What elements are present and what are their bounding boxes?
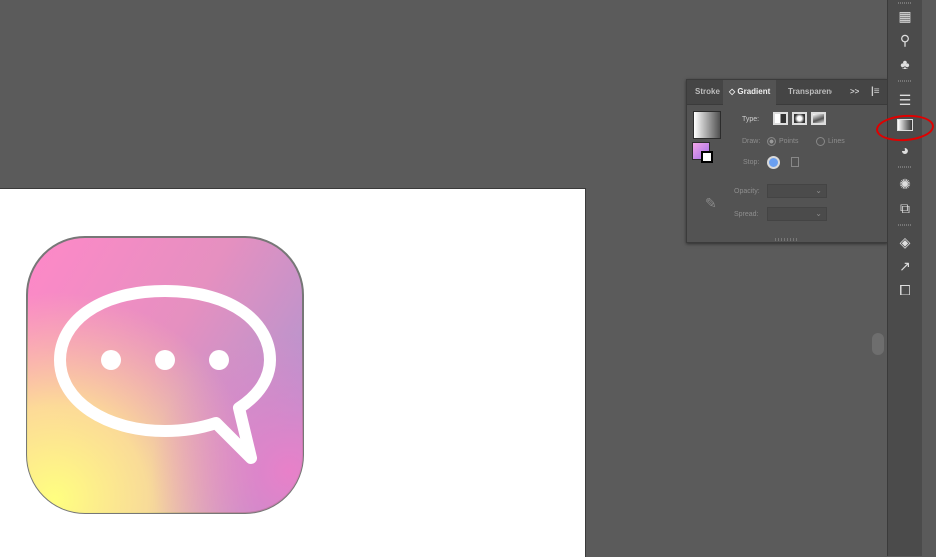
swatches-icon[interactable]: ▦	[888, 8, 922, 24]
chat-app-icon[interactable]	[26, 236, 304, 514]
export-icon[interactable]: ↗	[888, 258, 922, 274]
stop-color-icon[interactable]	[767, 156, 780, 169]
delete-stop-icon[interactable]	[791, 157, 799, 167]
stroke-icon[interactable]: ☰	[888, 92, 922, 108]
panel-menu-button[interactable]: |≡	[871, 80, 880, 104]
spread-label: Spread:	[734, 211, 759, 218]
symbols-icon[interactable]: ⚲	[888, 32, 922, 48]
stroke-swatch[interactable]	[701, 151, 713, 163]
linear-gradient-button[interactable]	[773, 112, 788, 125]
type-label: Type:	[742, 116, 760, 123]
lines-radio[interactable]	[816, 137, 825, 146]
align-icon[interactable]: ⧉	[888, 200, 922, 216]
tab-transparency[interactable]: Transparenc	[788, 80, 832, 104]
lines-label: Lines	[828, 138, 845, 145]
chevron-down-icon: ⌄	[815, 209, 822, 218]
stop-label: Stop:	[743, 159, 760, 166]
graphic-styles-icon[interactable]: ♣	[888, 56, 922, 72]
toolbar-separator	[898, 166, 912, 168]
transparency-icon[interactable]: ◕	[888, 142, 922, 158]
chevron-down-icon: ⌄	[815, 186, 822, 195]
points-label: Points	[779, 138, 799, 145]
opacity-label: Opacity:	[734, 188, 760, 195]
toolbar-separator	[898, 80, 912, 82]
gradient-panel: Stroke ◇ Gradient Transparenc >> |≡ Type…	[686, 79, 888, 243]
points-radio[interactable]	[767, 137, 776, 146]
tab-gradient[interactable]: ◇ Gradient	[723, 80, 777, 105]
freeform-gradient-button[interactable]	[811, 112, 826, 125]
panel-tabs: Stroke ◇ Gradient Transparenc >> |≡	[687, 80, 887, 105]
opacity-dropdown[interactable]: ⌄	[767, 184, 827, 198]
spread-dropdown[interactable]: ⌄	[767, 207, 827, 221]
panel-more-button[interactable]: >>	[850, 80, 859, 104]
brightness-icon[interactable]: ✺	[888, 176, 922, 192]
radial-gradient-button[interactable]	[792, 112, 807, 125]
toolbar-separator	[898, 2, 912, 4]
pathfinder-icon[interactable]: ⧠	[888, 282, 922, 298]
layers-icon[interactable]: ◈	[888, 234, 922, 250]
eyedropper-icon[interactable]: ✎	[705, 195, 717, 212]
draw-label: Draw:	[742, 138, 761, 145]
panel-resize-grip[interactable]	[775, 238, 797, 241]
panel-dock-toolbar: ▦ ⚲ ♣ ☰ ◕ ✺ ⧉ ◈ ↗ ⧠	[887, 0, 923, 556]
gradient-preview-swatch[interactable]	[693, 111, 721, 139]
vertical-scrollbar-thumb[interactable]	[872, 333, 884, 355]
tab-stroke[interactable]: Stroke	[695, 80, 720, 104]
toolbar-separator	[898, 224, 912, 226]
window-edge	[922, 0, 936, 556]
